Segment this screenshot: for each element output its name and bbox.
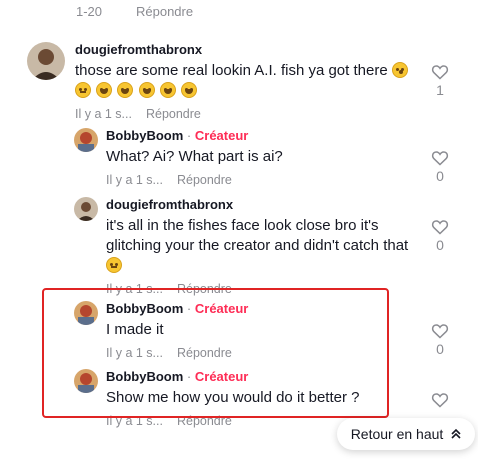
like-count: 1 xyxy=(436,82,444,98)
avatar[interactable] xyxy=(74,197,98,221)
separator: · xyxy=(186,128,192,143)
comment-text: it's all in the fishes face look close b… xyxy=(106,216,421,276)
like-count: 0 xyxy=(436,237,444,253)
thinking-face-icon xyxy=(106,257,122,273)
avatar[interactable] xyxy=(27,42,65,80)
like-button[interactable]: 0 xyxy=(428,323,452,357)
username[interactable]: dougiefromthabronx xyxy=(106,197,421,213)
comment-text: those are some real lookin A.I. fish ya … xyxy=(75,61,425,101)
avatar[interactable] xyxy=(74,128,98,152)
heart-icon xyxy=(431,393,449,408)
comment-item: dougiefromthabronx those are some real l… xyxy=(27,42,408,121)
comment-text-content: it's all in the fishes face look close b… xyxy=(106,217,409,254)
grinning-sweat-icon xyxy=(159,82,176,98)
heart-icon xyxy=(431,324,449,339)
heart-icon xyxy=(431,220,449,235)
back-to-top-button[interactable]: Retour en haut xyxy=(337,418,475,450)
username[interactable]: dougiefromthabronx xyxy=(75,42,425,58)
highlight-box xyxy=(42,288,389,418)
comment-header: BobbyBoom · Créateur xyxy=(106,128,283,144)
creator-badge: Créateur xyxy=(194,128,249,143)
comment-text: What? Ai? What part is ai? xyxy=(106,148,283,165)
heart-icon xyxy=(431,151,449,166)
reply-button[interactable]: Répondre xyxy=(146,107,201,121)
reply-comment-item: dougiefromthabronx it's all in the fishe… xyxy=(74,197,424,296)
grinning-sweat-icon xyxy=(117,82,134,98)
heart-icon xyxy=(431,65,449,80)
comment-text-content: those are some real lookin A.I. fish ya … xyxy=(75,62,388,79)
back-to-top-label: Retour en haut xyxy=(350,426,444,442)
comment-time: Il y a 1 s... xyxy=(75,107,132,121)
unamused-face-icon xyxy=(75,82,91,98)
username[interactable]: BobbyBoom xyxy=(106,128,183,143)
like-count: 0 xyxy=(436,168,444,184)
like-button[interactable]: 1 xyxy=(428,64,452,98)
face-with-open-mouth-icon xyxy=(391,62,408,78)
rolling-laughing-icon xyxy=(96,82,113,98)
like-button[interactable]: 0 xyxy=(428,150,452,184)
comment-time: 1-20 xyxy=(76,4,103,19)
reply-button[interactable]: Répondre xyxy=(136,4,193,19)
previous-comment-meta: 1-20 Répondre xyxy=(76,4,193,19)
chevron-up-icon xyxy=(451,428,461,439)
like-count: 0 xyxy=(436,341,444,357)
like-button[interactable]: 0 xyxy=(428,219,452,253)
comment-time: Il y a 1 s... xyxy=(106,173,163,187)
rolling-laughing-icon xyxy=(180,82,197,98)
reply-comment-item: BobbyBoom · Créateur What? Ai? What part… xyxy=(74,128,394,187)
rolling-laughing-icon xyxy=(138,82,155,98)
reply-button[interactable]: Répondre xyxy=(177,173,232,187)
like-button[interactable] xyxy=(428,392,452,408)
